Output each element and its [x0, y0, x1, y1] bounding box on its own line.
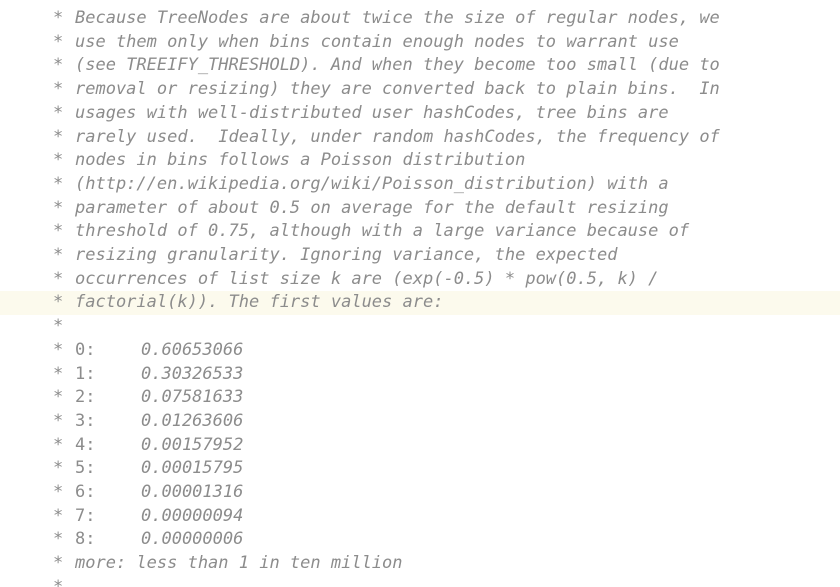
comment-star: *: [53, 8, 64, 28]
comment-star: *: [53, 339, 64, 360]
code-line[interactable]: * resizing granularity. Ignoring variance…: [0, 244, 840, 268]
comment-star: *: [53, 529, 64, 550]
code-line[interactable]: * removal or resizing) they are converted…: [0, 78, 840, 102]
comment-text: threshold of 0.75, although with a large…: [75, 221, 690, 242]
comment-text: Because TreeNodes are about twice the si…: [75, 8, 720, 28]
code-line[interactable]: * 6: 0.00001316: [0, 481, 840, 505]
comment-star: *: [53, 221, 64, 242]
probability-value: 0.60653066: [141, 339, 244, 360]
list-size-key: 4:: [75, 434, 96, 455]
code-line[interactable]: * 7: 0.00000094: [0, 505, 840, 529]
code-line[interactable]: * 8: 0.00000006: [0, 528, 840, 552]
code-line[interactable]: * use them only when bins contain enough …: [0, 31, 840, 55]
code-line[interactable]: * (http://en.wikipedia.org/wiki/Poisson_d…: [0, 173, 840, 197]
comment-star: *: [53, 434, 64, 455]
code-line[interactable]: * 3: 0.01263606: [0, 410, 840, 434]
comment-star: *: [53, 292, 64, 313]
code-line[interactable]: *: [0, 576, 840, 587]
comment-text: resizing granularity. Ignoring variance,…: [75, 245, 618, 265]
comment-text: (http://en.wikipedia.org/wiki/Poisson_di…: [75, 173, 669, 194]
comment-star: *: [53, 410, 64, 431]
comment-star: *: [53, 363, 64, 384]
probability-value: 0.00000094: [141, 505, 244, 526]
code-editor[interactable]: * Because TreeNodes are about twice the s…: [0, 0, 840, 587]
comment-star: *: [53, 55, 64, 76]
list-size-key: 1:: [75, 363, 96, 384]
list-size-key: 7:: [75, 505, 96, 526]
comment-star: *: [53, 197, 64, 218]
comment-star: *: [53, 458, 64, 479]
code-line[interactable]: * 2: 0.07581633: [0, 386, 840, 410]
comment-star: *: [53, 173, 64, 194]
code-line[interactable]: * factorial(k)). The first values are:: [0, 291, 840, 316]
comment-star: *: [53, 268, 64, 289]
comment-star: *: [53, 150, 64, 171]
comment-text: (see TREEIFY_THRESHOLD). And when they b…: [75, 55, 720, 76]
comment-star: *: [53, 553, 64, 574]
code-line[interactable]: * 1: 0.30326533: [0, 363, 840, 387]
probability-value: 0.07581633: [141, 387, 244, 408]
comment-text: nodes in bins follows a Poisson distribu…: [75, 150, 526, 171]
code-line[interactable]: * (see TREEIFY_THRESHOLD). And when they …: [0, 54, 840, 78]
list-size-key: 0:: [75, 339, 96, 360]
code-line[interactable]: * parameter of about 0.5 on average for t…: [0, 197, 840, 221]
comment-star: *: [53, 387, 64, 408]
list-size-key: 2:: [75, 387, 96, 408]
comment-text: parameter of about 0.5 on average for th…: [75, 197, 669, 218]
comment-star: *: [53, 576, 64, 587]
code-line[interactable]: * 5: 0.00015795: [0, 457, 840, 481]
code-line[interactable]: * more: less than 1 in ten million: [0, 552, 840, 576]
comment-star: *: [53, 31, 64, 52]
list-size-key: 3:: [75, 410, 96, 431]
probability-value: 0.30326533: [141, 363, 244, 384]
code-line[interactable]: * threshold of 0.75, although with a larg…: [0, 220, 840, 244]
code-line[interactable]: * 0: 0.60653066: [0, 339, 840, 363]
probability-value: 0.01263606: [141, 410, 244, 431]
comment-text: use them only when bins contain enough n…: [75, 31, 679, 52]
list-size-key: 6:: [75, 482, 96, 502]
comment-star: *: [53, 316, 64, 337]
code-line[interactable]: * Because TreeNodes are about twice the s…: [0, 7, 840, 31]
list-size-key: 5:: [75, 458, 96, 479]
code-line[interactable]: * usages with well-distributed user hashC…: [0, 102, 840, 126]
probability-value: 0.00000006: [141, 529, 244, 550]
probability-value: 0.00001316: [141, 482, 244, 502]
probability-value: 0.00015795: [141, 458, 244, 479]
comment-star: *: [53, 482, 64, 502]
comment-star: *: [53, 505, 64, 526]
comment-star: *: [53, 245, 64, 265]
comment-text: usages with well-distributed user hashCo…: [75, 102, 669, 123]
code-line[interactable]: * nodes in bins follows a Poisson distrib…: [0, 149, 840, 173]
comment-star: *: [53, 102, 64, 123]
comment-text: factorial(k)). The first values are:: [75, 292, 444, 313]
comment-text: removal or resizing) they are converted …: [75, 79, 720, 100]
code-line[interactable]: * occurrences of list size k are (exp(-0.…: [0, 268, 840, 292]
comment-star: *: [53, 126, 64, 147]
code-line[interactable]: *: [0, 315, 840, 339]
comment-text: occurrences of list size k are (exp(-0.5…: [75, 268, 659, 289]
comment-text: rarely used. Ideally, under random hashC…: [75, 126, 720, 147]
list-size-key: 8:: [75, 529, 96, 550]
code-line[interactable]: * rarely used. Ideally, under random hash…: [0, 126, 840, 150]
comment-star: *: [53, 79, 64, 100]
probability-value: 0.00157952: [141, 434, 244, 455]
code-line[interactable]: * 4: 0.00157952: [0, 434, 840, 458]
more-text: more: less than 1 in ten million: [75, 553, 403, 574]
